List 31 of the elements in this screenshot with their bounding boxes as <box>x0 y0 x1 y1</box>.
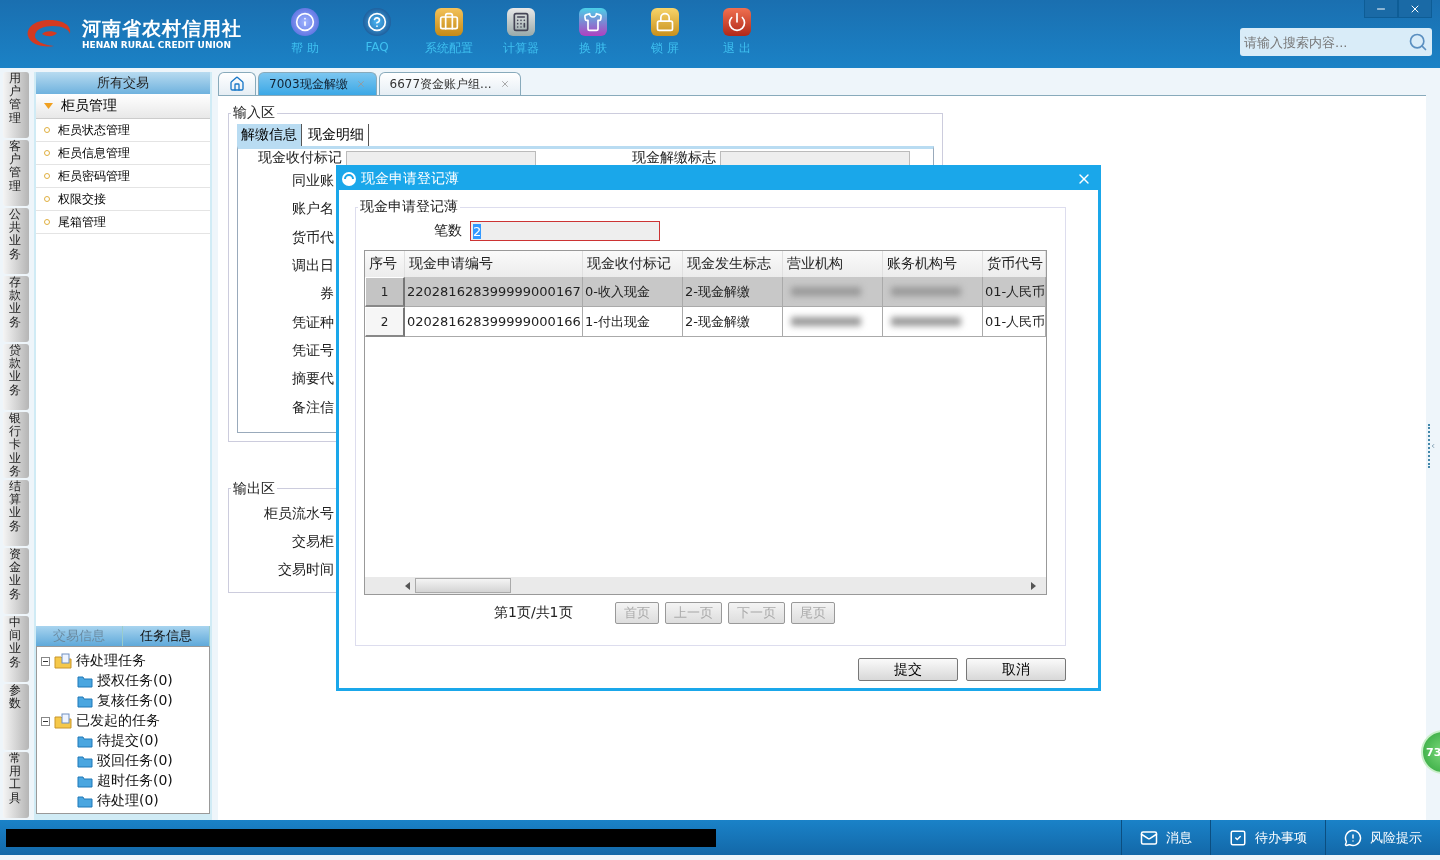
field-label: 凭证号 <box>291 341 334 360</box>
table-cell: 1-付出现金 <box>583 307 683 337</box>
field-label: 同业账 <box>291 172 334 191</box>
field-label: 现金收付标记 <box>257 149 342 167</box>
field-label: 券 <box>319 285 334 304</box>
logo-subtitle: HENAN RURAL CREDIT UNION <box>82 39 232 51</box>
section-title: 输入区 <box>232 104 276 122</box>
table-cell: 2-现金解缴 <box>683 277 783 307</box>
field-label: 调出日 <box>291 257 334 276</box>
nav-header: 所有交易 <box>36 72 210 94</box>
field-label: 现金解缴标志 <box>631 149 716 167</box>
dialog-title: 现金申请登记薄 <box>361 170 459 188</box>
table-cell: 020281628399999000166 <box>405 307 583 337</box>
section-title: 输出区 <box>232 479 276 498</box>
table-cell: 220281628399999000167 <box>405 277 583 307</box>
logo-title: 河南省农村信用社 <box>82 17 242 39</box>
field-label: 交易时间 <box>277 560 334 579</box>
field-label: 货币代 <box>291 228 334 247</box>
field-label: 柜员流水号 <box>263 504 334 523</box>
field-label: 笔数 <box>434 222 462 240</box>
table-cell: 2-现金解缴 <box>683 307 783 337</box>
table-cell: 01-人民币 <box>983 307 1046 337</box>
table-cell: 01-人民币 <box>983 277 1046 307</box>
field-label: 交易柜 <box>291 532 334 551</box>
field-label: 摘要代 <box>291 370 334 389</box>
table-cell: 0-收入现金 <box>583 277 683 307</box>
section-title: 现金申请登记薄 <box>359 198 459 216</box>
field-label: 凭证种 <box>291 313 334 332</box>
field-label: 账户名 <box>291 200 334 219</box>
field-label: 备注信 <box>291 398 334 417</box>
page-info: 第1页/共1页 <box>494 604 573 622</box>
